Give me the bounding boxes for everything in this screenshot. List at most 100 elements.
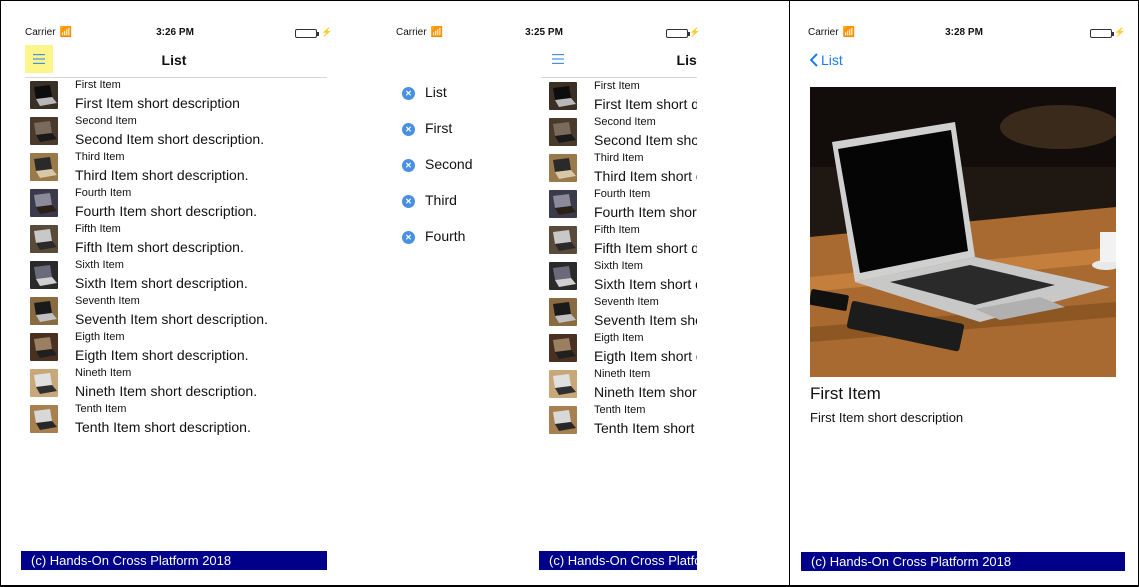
footer-banner: (c) Hands-On Cross Platform 2018 xyxy=(801,552,1125,571)
list-item[interactable]: Sixth Item Sixth Item short description. xyxy=(549,260,697,296)
item-title: Fourth Item xyxy=(594,188,651,200)
status-bar: Carrier 📶 3:25 PM ⚡ xyxy=(396,27,700,41)
item-description: First Item short description xyxy=(594,96,697,112)
list-item[interactable]: Fourth Item Fourth Item short description… xyxy=(30,187,330,223)
item-description: Tenth Item short description. xyxy=(594,420,697,436)
item-description: Third Item short description. xyxy=(75,167,249,183)
item-title: Third Item xyxy=(75,151,125,163)
item-thumbnail xyxy=(549,406,577,434)
list-item[interactable]: Eigth Item Eigth Item short description. xyxy=(549,332,697,368)
status-bar: Carrier 📶 3:26 PM ⚡ xyxy=(25,27,335,41)
list-item[interactable]: Fifth Item Fifth Item short description. xyxy=(549,224,697,260)
nav-bar: List xyxy=(25,44,327,78)
item-title: Third Item xyxy=(594,152,644,164)
item-title: Fifth Item xyxy=(594,224,640,236)
item-thumbnail xyxy=(30,261,58,289)
list-item[interactable]: Seventh Item Seventh Item short descripti… xyxy=(549,296,697,332)
item-title: Eigth Item xyxy=(594,332,644,344)
item-thumbnail xyxy=(30,153,58,181)
list-item[interactable]: Third Item Third Item short description. xyxy=(30,151,330,187)
screen-divider xyxy=(789,0,790,587)
close-circle-icon: ✕ xyxy=(402,159,415,172)
list-item[interactable]: Tenth Item Tenth Item short description. xyxy=(30,403,330,439)
chevron-left-icon xyxy=(810,53,818,67)
wifi-icon: 📶 xyxy=(59,27,73,38)
list-item[interactable]: Second Item Second Item short description… xyxy=(30,115,330,151)
battery-icon xyxy=(666,29,690,38)
item-title: Eigth Item xyxy=(75,331,125,343)
wifi-icon: 📶 xyxy=(842,27,856,38)
item-title: Fourth Item xyxy=(75,187,132,199)
item-thumbnail xyxy=(30,117,58,145)
item-description: Sixth Item short description. xyxy=(594,276,697,292)
item-description: Eigth Item short description. xyxy=(75,347,249,363)
item-title: Sixth Item xyxy=(594,260,643,272)
carrier-label: Carrier xyxy=(396,27,427,38)
list-item[interactable]: First Item First Item short description xyxy=(30,79,330,115)
list-item[interactable]: Seventh Item Seventh Item short descripti… xyxy=(30,295,330,331)
detail-title: First Item xyxy=(810,384,881,403)
item-description: First Item short description xyxy=(75,95,240,111)
footer-banner: (c) Hands-On Cross Platform 2018 xyxy=(21,551,327,570)
battery-icon xyxy=(295,29,319,38)
item-title: Nineth Item xyxy=(75,367,132,379)
list-item[interactable]: Nineth Item Nineth Item short description… xyxy=(30,367,330,403)
close-circle-icon: ✕ xyxy=(402,87,415,100)
hamburger-menu-icon[interactable] xyxy=(25,45,53,73)
close-circle-icon: ✕ xyxy=(402,195,415,208)
item-title: Tenth Item xyxy=(594,404,646,416)
close-circle-icon: ✕ xyxy=(402,123,415,136)
item-description: Fourth Item short description. xyxy=(594,204,697,220)
item-title: Second Item xyxy=(594,116,656,128)
item-thumbnail xyxy=(30,225,58,253)
item-description: Second Item short description. xyxy=(594,132,697,148)
item-thumbnail xyxy=(549,370,577,398)
charging-icon: ⚡ xyxy=(1114,27,1126,37)
item-description: Sixth Item short description. xyxy=(75,275,248,291)
item-description: Seventh Item short description. xyxy=(594,312,697,328)
item-description: Third Item short description. xyxy=(594,168,697,184)
wifi-icon: 📶 xyxy=(430,27,444,38)
item-thumbnail xyxy=(30,333,58,361)
nav-bar: List xyxy=(541,44,697,78)
list-item[interactable]: First Item First Item short description xyxy=(549,80,697,116)
status-time: 3:25 PM xyxy=(525,27,563,38)
item-title: First Item xyxy=(75,79,121,91)
item-thumbnail xyxy=(30,81,58,109)
item-thumbnail xyxy=(30,189,58,217)
item-thumbnail xyxy=(30,405,58,433)
item-thumbnail xyxy=(549,226,577,254)
charging-icon: ⚡ xyxy=(321,27,333,37)
list-item[interactable]: Nineth Item Nineth Item short description… xyxy=(549,368,697,404)
list-item[interactable]: Third Item Third Item short description. xyxy=(549,152,697,188)
page-title: List xyxy=(161,52,187,68)
footer-banner: (c) Hands-On Cross Platform 2018 xyxy=(539,551,697,570)
carrier-label: Carrier xyxy=(25,27,56,38)
carrier-label: Carrier xyxy=(808,27,839,38)
shifted-list-panel[interactable]: List First Item First Item short descript… xyxy=(541,44,697,444)
list-item[interactable]: Tenth Item Tenth Item short description. xyxy=(549,404,697,440)
item-thumbnail xyxy=(549,154,577,182)
item-thumbnail xyxy=(549,118,577,146)
status-time: 3:28 PM xyxy=(945,27,983,38)
item-title: Seventh Item xyxy=(75,295,140,307)
list-item[interactable]: Sixth Item Sixth Item short description. xyxy=(30,259,330,295)
close-circle-icon: ✕ xyxy=(402,231,415,244)
item-description: Fifth Item short description. xyxy=(594,240,697,256)
item-title: Seventh Item xyxy=(594,296,659,308)
list-item[interactable]: Fifth Item Fifth Item short description. xyxy=(30,223,330,259)
hamburger-menu-icon[interactable] xyxy=(544,45,572,73)
item-title: Nineth Item xyxy=(594,368,651,380)
battery-icon xyxy=(1090,29,1114,38)
item-thumbnail xyxy=(549,190,577,218)
item-title: First Item xyxy=(594,80,640,92)
item-description: Second Item short description. xyxy=(75,131,265,147)
list-item[interactable]: Fourth Item Fourth Item short description… xyxy=(549,188,697,224)
item-title: Second Item xyxy=(75,115,137,127)
list-item[interactable]: Eigth Item Eigth Item short description. xyxy=(30,331,330,367)
charging-icon: ⚡ xyxy=(689,27,701,37)
page-title: List xyxy=(676,52,697,68)
laptop-photo xyxy=(810,87,1116,377)
back-button[interactable]: List xyxy=(810,52,843,68)
list-item[interactable]: Second Item Second Item short description… xyxy=(549,116,697,152)
